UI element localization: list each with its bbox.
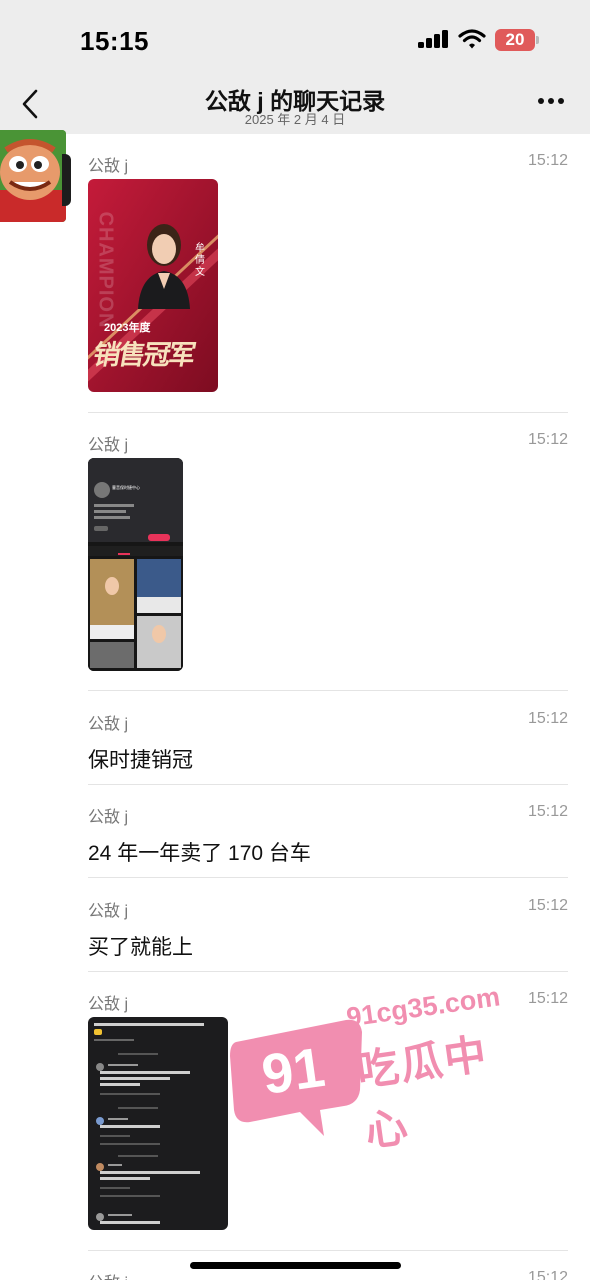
message-text: 24 年一年卖了 170 台车: [88, 842, 311, 865]
message-text: 保时捷销冠: [88, 749, 193, 772]
home-indicator[interactable]: [190, 1262, 401, 1269]
message-item: 公敌 j 15:12 24 年一年卖了 170 台车: [88, 803, 568, 873]
message-item: 公敌 j 15:12: [88, 1269, 568, 1280]
image-thumbnail-poster[interactable]: CHAMPION 牟倩文 2023年度 销售冠军: [88, 179, 218, 392]
message-item: 公敌 j 15:12 买了就能上: [88, 897, 568, 967]
message-separator: [88, 1250, 568, 1251]
message-separator: [88, 412, 568, 413]
message-separator: [88, 784, 568, 785]
message-sender: 公敌 j: [88, 809, 129, 826]
message-item: 公敌 j 15:12 保时捷销冠: [88, 710, 568, 780]
poster-title: 销售冠军: [90, 340, 197, 370]
battery-cap: [536, 36, 539, 44]
message-time: 15:12: [527, 803, 568, 820]
message-separator: [88, 690, 568, 691]
message-sender: 公敌 j: [88, 437, 129, 454]
message-separator: [88, 971, 568, 972]
image-thumbnail-profile[interactable]: 曹音保时捷中心: [88, 458, 183, 671]
message-time: 15:12: [527, 1269, 568, 1280]
message-sender: 公敌 j: [88, 716, 129, 733]
more-dots-icon[interactable]: [536, 98, 566, 108]
wifi-icon: [458, 29, 486, 49]
message-time: 15:12: [527, 431, 568, 448]
message-item: 公敌 j 15:12: [88, 990, 568, 1240]
message-sender: 公敌 j: [88, 1269, 128, 1280]
message-sender: 公敌 j: [88, 158, 129, 175]
message-time: 15:12: [527, 990, 568, 1007]
message-sender: 公敌 j: [88, 903, 129, 920]
battery-icon: 20: [495, 29, 535, 51]
message-time: 15:12: [527, 897, 568, 914]
message-item: 公敌 j 15:12 CHAMPION 牟倩文 2023年度 销售冠军: [88, 152, 568, 402]
top-bar: 15:15 20 公敌 j 的聊天记录 2025 年 2 月 4 日: [0, 0, 590, 134]
message-text: 买了就能上: [88, 936, 193, 959]
page-subtitle-date: 2025 年 2 月 4 日: [244, 112, 346, 127]
status-time: 15:15: [80, 26, 149, 56]
avatar[interactable]: [0, 130, 66, 222]
message-time: 15:12: [527, 710, 568, 727]
avatar-edge: [62, 154, 71, 206]
message-item: 公敌 j 15:12 曹音保时捷中心: [88, 431, 568, 681]
message-time: 15:12: [527, 152, 568, 169]
profile-account-name: 曹音保时捷中心: [112, 485, 140, 490]
poster-name: 牟倩文: [195, 243, 205, 278]
message-sender: 公敌 j: [88, 996, 129, 1013]
image-thumbnail-comments[interactable]: [88, 1017, 228, 1230]
signal-icon: [418, 30, 450, 48]
message-separator: [88, 877, 568, 878]
avatar-cartoon-face: [0, 130, 66, 222]
